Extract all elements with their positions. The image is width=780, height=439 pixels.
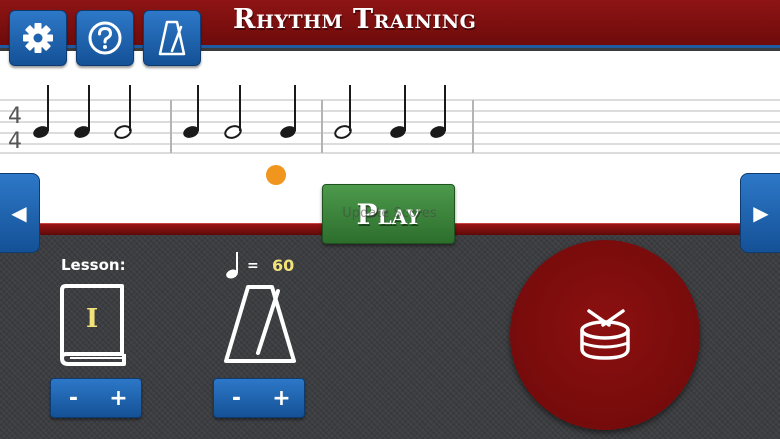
note-quarter bbox=[74, 85, 90, 138]
note-quarter bbox=[390, 85, 406, 138]
beat-indicator bbox=[266, 165, 286, 185]
help-button[interactable] bbox=[76, 10, 134, 66]
lesson-stepper: - + bbox=[50, 378, 142, 418]
drum-tap-button[interactable] bbox=[510, 240, 700, 430]
lesson-label: Lesson: bbox=[61, 256, 126, 274]
tempo-decrement-button[interactable]: - bbox=[214, 379, 259, 417]
metronome-icon bbox=[158, 20, 186, 56]
note-half bbox=[334, 85, 352, 139]
lesson-number: I bbox=[86, 304, 99, 334]
tempo-bpm: 60 bbox=[272, 256, 295, 275]
lesson-increment-button[interactable]: + bbox=[96, 379, 141, 417]
time-signature-top: 4 bbox=[8, 104, 22, 129]
arrow-left-icon: ◀ bbox=[11, 201, 27, 225]
drum-icon bbox=[580, 309, 630, 360]
note-quarter bbox=[280, 85, 296, 138]
tempo-equals: = bbox=[247, 258, 259, 274]
play-label: Play bbox=[356, 197, 421, 231]
play-button[interactable]: Play Update Scores bbox=[322, 184, 455, 244]
settings-button[interactable] bbox=[9, 10, 67, 66]
note-half bbox=[224, 85, 242, 139]
metronome-large-icon bbox=[224, 285, 296, 363]
previous-button[interactable]: ◀ bbox=[0, 173, 40, 253]
tempo-stepper: - + bbox=[213, 378, 305, 418]
gear-icon bbox=[23, 23, 53, 53]
metronome-button[interactable] bbox=[143, 10, 201, 66]
note-half bbox=[114, 85, 132, 139]
page-title: Rhythm Training bbox=[233, 4, 477, 35]
tempo-increment-button[interactable]: + bbox=[259, 379, 304, 417]
help-circle-icon bbox=[88, 21, 122, 55]
next-button[interactable]: ▶ bbox=[740, 173, 780, 253]
note-quarter bbox=[183, 85, 199, 138]
lesson-decrement-button[interactable]: - bbox=[51, 379, 96, 417]
rhythm-training-app: Rhythm Training 4 4 ◀ ▶ Play Update Scor… bbox=[0, 0, 780, 439]
note-quarter bbox=[430, 85, 446, 138]
note-quarter bbox=[33, 85, 49, 138]
time-signature-bottom: 4 bbox=[8, 129, 22, 154]
quarter-note-icon bbox=[226, 252, 238, 279]
arrow-right-icon: ▶ bbox=[753, 201, 769, 225]
